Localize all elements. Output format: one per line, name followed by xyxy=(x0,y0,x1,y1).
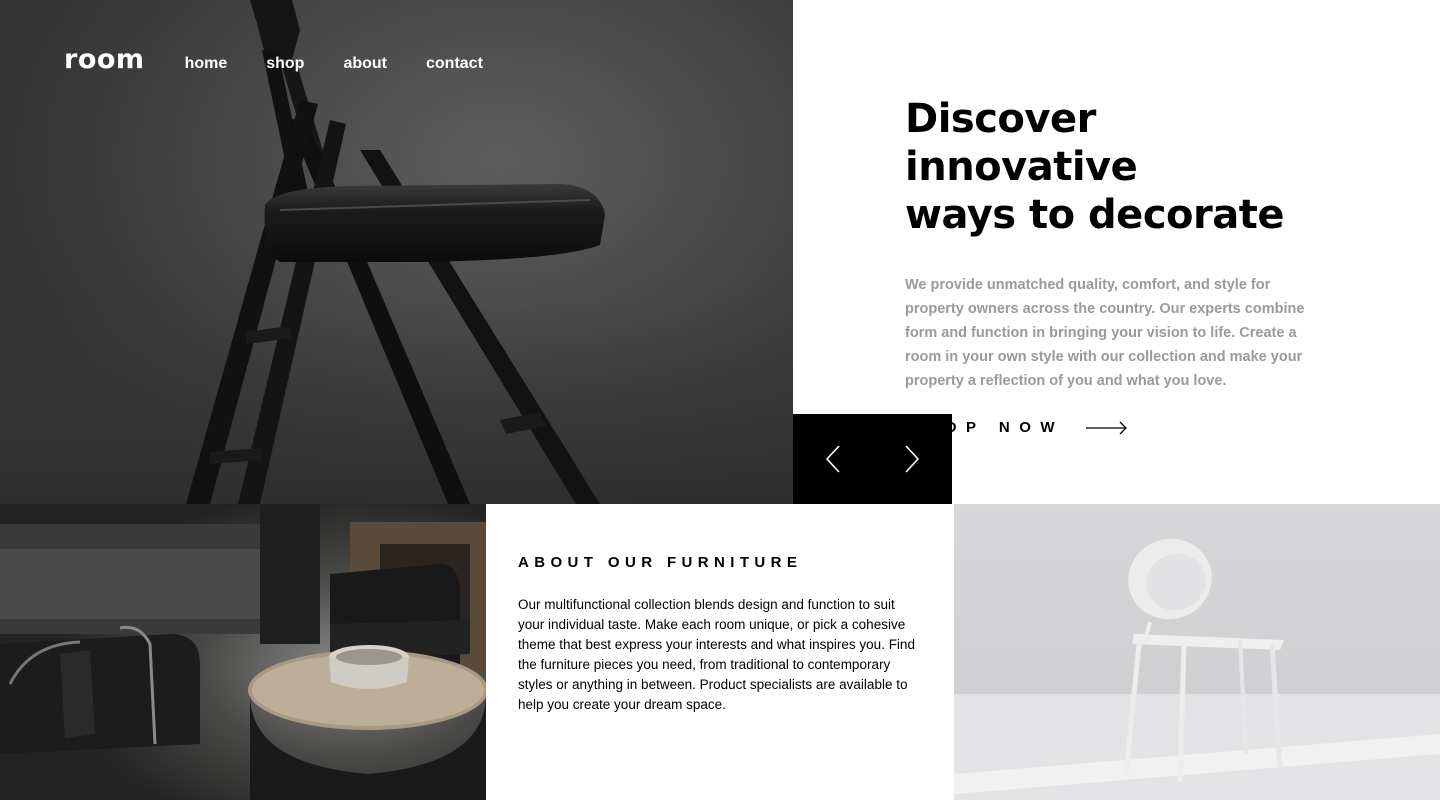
hero-content: Discover innovative ways to decorate We … xyxy=(905,95,1335,436)
nav-link-contact[interactable]: contact xyxy=(426,55,483,73)
about-title: ABOUT OUR FURNITURE xyxy=(518,554,803,571)
main-nav: room home shop about contact xyxy=(64,44,522,75)
hero-title: Discover innovative ways to decorate xyxy=(905,95,1335,239)
shop-now-button[interactable]: SHOP NOW xyxy=(905,419,1335,436)
slider-controls xyxy=(793,414,952,504)
white-chair-illustration xyxy=(954,504,1440,800)
about-description: Our multifunctional collection blends de… xyxy=(518,597,915,712)
chevron-left-icon xyxy=(825,445,840,473)
about-section: ABOUT OUR FURNITURE Our multifunctional … xyxy=(486,504,954,800)
arrow-right-icon xyxy=(1086,421,1128,435)
living-room-dark-image xyxy=(0,504,486,800)
slider-prev-button[interactable] xyxy=(793,414,873,504)
hero-title-line-2: ways to decorate xyxy=(905,192,1284,238)
logo[interactable]: room xyxy=(64,44,145,75)
white-chair-image xyxy=(954,504,1440,800)
nav-link-shop[interactable]: shop xyxy=(266,55,304,73)
chevron-right-icon xyxy=(905,445,920,473)
living-room-illustration xyxy=(0,504,486,800)
nav-link-home[interactable]: home xyxy=(185,55,228,73)
hero-image-folding-chair xyxy=(0,0,793,504)
nav-link-about[interactable]: about xyxy=(343,55,387,73)
hero-description: We provide unmatched quality, comfort, a… xyxy=(905,277,1305,389)
slider-next-button[interactable] xyxy=(873,414,953,504)
hero-title-line-1: Discover innovative xyxy=(905,96,1138,190)
folding-chair-illustration xyxy=(0,0,793,504)
